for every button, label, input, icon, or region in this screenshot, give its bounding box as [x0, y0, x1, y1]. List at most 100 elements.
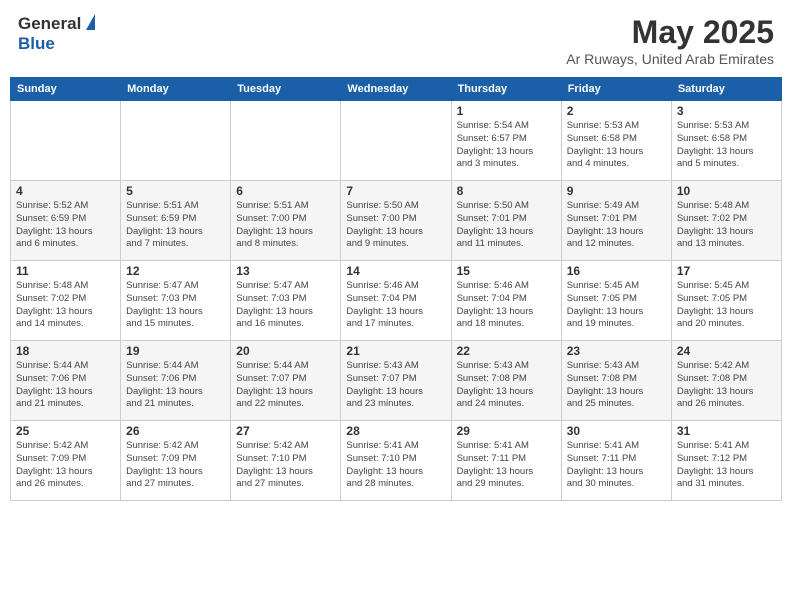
- day-number: 20: [236, 344, 335, 358]
- calendar-week-1: 1 Sunrise: 5:54 AM Sunset: 6:57 PM Daylig…: [11, 101, 782, 181]
- calendar-cell: 18 Sunrise: 5:44 AM Sunset: 7:06 PM Dayli…: [11, 341, 121, 421]
- calendar-week-5: 25 Sunrise: 5:42 AM Sunset: 7:09 PM Dayli…: [11, 421, 782, 501]
- calendar-cell: [121, 101, 231, 181]
- day-info: Sunrise: 5:53 AM Sunset: 6:58 PM Dayligh…: [677, 120, 776, 171]
- calendar-cell: 25 Sunrise: 5:42 AM Sunset: 7:09 PM Dayli…: [11, 421, 121, 501]
- calendar-cell: 28 Sunrise: 5:41 AM Sunset: 7:10 PM Dayli…: [341, 421, 451, 501]
- day-number: 21: [346, 344, 445, 358]
- day-number: 9: [567, 184, 666, 198]
- day-info: Sunrise: 5:54 AM Sunset: 6:57 PM Dayligh…: [457, 120, 556, 171]
- calendar-cell: 26 Sunrise: 5:42 AM Sunset: 7:09 PM Dayli…: [121, 421, 231, 501]
- logo-arrow-icon: [86, 14, 95, 30]
- weekday-header-wednesday: Wednesday: [341, 78, 451, 101]
- day-info: Sunrise: 5:51 AM Sunset: 6:59 PM Dayligh…: [126, 200, 225, 251]
- day-info: Sunrise: 5:44 AM Sunset: 7:06 PM Dayligh…: [126, 360, 225, 411]
- calendar-cell: 11 Sunrise: 5:48 AM Sunset: 7:02 PM Dayli…: [11, 261, 121, 341]
- day-number: 23: [567, 344, 666, 358]
- day-number: 17: [677, 264, 776, 278]
- calendar-cell: 22 Sunrise: 5:43 AM Sunset: 7:08 PM Dayli…: [451, 341, 561, 421]
- calendar-cell: 24 Sunrise: 5:42 AM Sunset: 7:08 PM Dayli…: [671, 341, 781, 421]
- day-number: 11: [16, 264, 115, 278]
- calendar-cell: 27 Sunrise: 5:42 AM Sunset: 7:10 PM Dayli…: [231, 421, 341, 501]
- day-info: Sunrise: 5:44 AM Sunset: 7:07 PM Dayligh…: [236, 360, 335, 411]
- calendar-cell: 19Sunrise: 5:44 AM Sunset: 7:06 PM Dayli…: [121, 341, 231, 421]
- day-number: 24: [677, 344, 776, 358]
- day-info: Sunrise: 5:47 AM Sunset: 7:03 PM Dayligh…: [236, 280, 335, 331]
- calendar-cell: [231, 101, 341, 181]
- day-number: 5: [126, 184, 225, 198]
- day-info: Sunrise: 5:47 AM Sunset: 7:03 PM Dayligh…: [126, 280, 225, 331]
- calendar-cell: 12 Sunrise: 5:47 AM Sunset: 7:03 PM Dayli…: [121, 261, 231, 341]
- day-info: Sunrise: 5:53 AM Sunset: 6:58 PM Dayligh…: [567, 120, 666, 171]
- day-info: Sunrise: 5:41 AM Sunset: 7:11 PM Dayligh…: [457, 440, 556, 491]
- calendar-cell: 30Sunrise: 5:41 AM Sunset: 7:11 PM Dayli…: [561, 421, 671, 501]
- day-number: 12: [126, 264, 225, 278]
- day-info: Sunrise: 5:42 AM Sunset: 7:10 PM Dayligh…: [236, 440, 335, 491]
- day-number: 26: [126, 424, 225, 438]
- day-info: Sunrise: 5:46 AM Sunset: 7:04 PM Dayligh…: [457, 280, 556, 331]
- calendar-cell: 8 Sunrise: 5:50 AM Sunset: 7:01 PM Daylig…: [451, 181, 561, 261]
- day-number: 8: [457, 184, 556, 198]
- calendar-cell: 23 Sunrise: 5:43 AM Sunset: 7:08 PM Dayli…: [561, 341, 671, 421]
- day-number: 27: [236, 424, 335, 438]
- weekday-header-sunday: Sunday: [11, 78, 121, 101]
- weekday-header-saturday: Saturday: [671, 78, 781, 101]
- day-info: Sunrise: 5:50 AM Sunset: 7:01 PM Dayligh…: [457, 200, 556, 251]
- day-info: Sunrise: 5:48 AM Sunset: 7:02 PM Dayligh…: [677, 200, 776, 251]
- day-number: 29: [457, 424, 556, 438]
- day-info: Sunrise: 5:48 AM Sunset: 7:02 PM Dayligh…: [16, 280, 115, 331]
- day-number: 13: [236, 264, 335, 278]
- day-number: 18: [16, 344, 115, 358]
- logo-blue-text: Blue: [18, 34, 55, 54]
- day-number: 28: [346, 424, 445, 438]
- day-number: 1: [457, 104, 556, 118]
- calendar-cell: 29 Sunrise: 5:41 AM Sunset: 7:11 PM Dayli…: [451, 421, 561, 501]
- calendar-cell: 17 Sunrise: 5:45 AM Sunset: 7:05 PM Dayli…: [671, 261, 781, 341]
- calendar-cell: 31Sunrise: 5:41 AM Sunset: 7:12 PM Dayli…: [671, 421, 781, 501]
- day-info: Sunrise: 5:45 AM Sunset: 7:05 PM Dayligh…: [567, 280, 666, 331]
- calendar-cell: 10 Sunrise: 5:48 AM Sunset: 7:02 PM Dayli…: [671, 181, 781, 261]
- day-number: 3: [677, 104, 776, 118]
- calendar-title: May 2025: [566, 14, 774, 51]
- calendar-cell: 1 Sunrise: 5:54 AM Sunset: 6:57 PM Daylig…: [451, 101, 561, 181]
- calendar-cell: 6Sunrise: 5:51 AM Sunset: 7:00 PM Daylig…: [231, 181, 341, 261]
- day-info: Sunrise: 5:42 AM Sunset: 7:09 PM Dayligh…: [126, 440, 225, 491]
- logo-general-text: General: [18, 14, 81, 34]
- weekday-header-tuesday: Tuesday: [231, 78, 341, 101]
- day-info: Sunrise: 5:43 AM Sunset: 7:08 PM Dayligh…: [567, 360, 666, 411]
- day-number: 15: [457, 264, 556, 278]
- calendar-cell: 5 Sunrise: 5:51 AM Sunset: 6:59 PM Daylig…: [121, 181, 231, 261]
- calendar-cell: [341, 101, 451, 181]
- day-info: Sunrise: 5:43 AM Sunset: 7:07 PM Dayligh…: [346, 360, 445, 411]
- weekday-header-friday: Friday: [561, 78, 671, 101]
- calendar-cell: [11, 101, 121, 181]
- day-info: Sunrise: 5:52 AM Sunset: 6:59 PM Dayligh…: [16, 200, 115, 251]
- header: General Blue May 2025 Ar Ruways, United …: [10, 10, 782, 71]
- day-info: Sunrise: 5:41 AM Sunset: 7:10 PM Dayligh…: [346, 440, 445, 491]
- weekday-header-thursday: Thursday: [451, 78, 561, 101]
- day-info: Sunrise: 5:44 AM Sunset: 7:06 PM Dayligh…: [16, 360, 115, 411]
- day-number: 30: [567, 424, 666, 438]
- day-number: 10: [677, 184, 776, 198]
- day-number: 25: [16, 424, 115, 438]
- calendar-week-4: 18 Sunrise: 5:44 AM Sunset: 7:06 PM Dayli…: [11, 341, 782, 421]
- day-number: 14: [346, 264, 445, 278]
- calendar-cell: 16 Sunrise: 5:45 AM Sunset: 7:05 PM Dayli…: [561, 261, 671, 341]
- calendar-week-3: 11 Sunrise: 5:48 AM Sunset: 7:02 PM Dayli…: [11, 261, 782, 341]
- day-info: Sunrise: 5:49 AM Sunset: 7:01 PM Dayligh…: [567, 200, 666, 251]
- calendar-cell: 4 Sunrise: 5:52 AM Sunset: 6:59 PM Daylig…: [11, 181, 121, 261]
- calendar-cell: 9 Sunrise: 5:49 AM Sunset: 7:01 PM Daylig…: [561, 181, 671, 261]
- day-number: 16: [567, 264, 666, 278]
- day-number: 22: [457, 344, 556, 358]
- day-info: Sunrise: 5:42 AM Sunset: 7:08 PM Dayligh…: [677, 360, 776, 411]
- day-info: Sunrise: 5:42 AM Sunset: 7:09 PM Dayligh…: [16, 440, 115, 491]
- calendar-cell: 15 Sunrise: 5:46 AM Sunset: 7:04 PM Dayli…: [451, 261, 561, 341]
- day-info: Sunrise: 5:50 AM Sunset: 7:00 PM Dayligh…: [346, 200, 445, 251]
- logo: General Blue: [18, 14, 95, 54]
- calendar-cell: 20 Sunrise: 5:44 AM Sunset: 7:07 PM Dayli…: [231, 341, 341, 421]
- day-info: Sunrise: 5:45 AM Sunset: 7:05 PM Dayligh…: [677, 280, 776, 331]
- day-number: 4: [16, 184, 115, 198]
- title-area: May 2025 Ar Ruways, United Arab Emirates: [566, 14, 774, 67]
- day-info: Sunrise: 5:43 AM Sunset: 7:08 PM Dayligh…: [457, 360, 556, 411]
- day-number: 31: [677, 424, 776, 438]
